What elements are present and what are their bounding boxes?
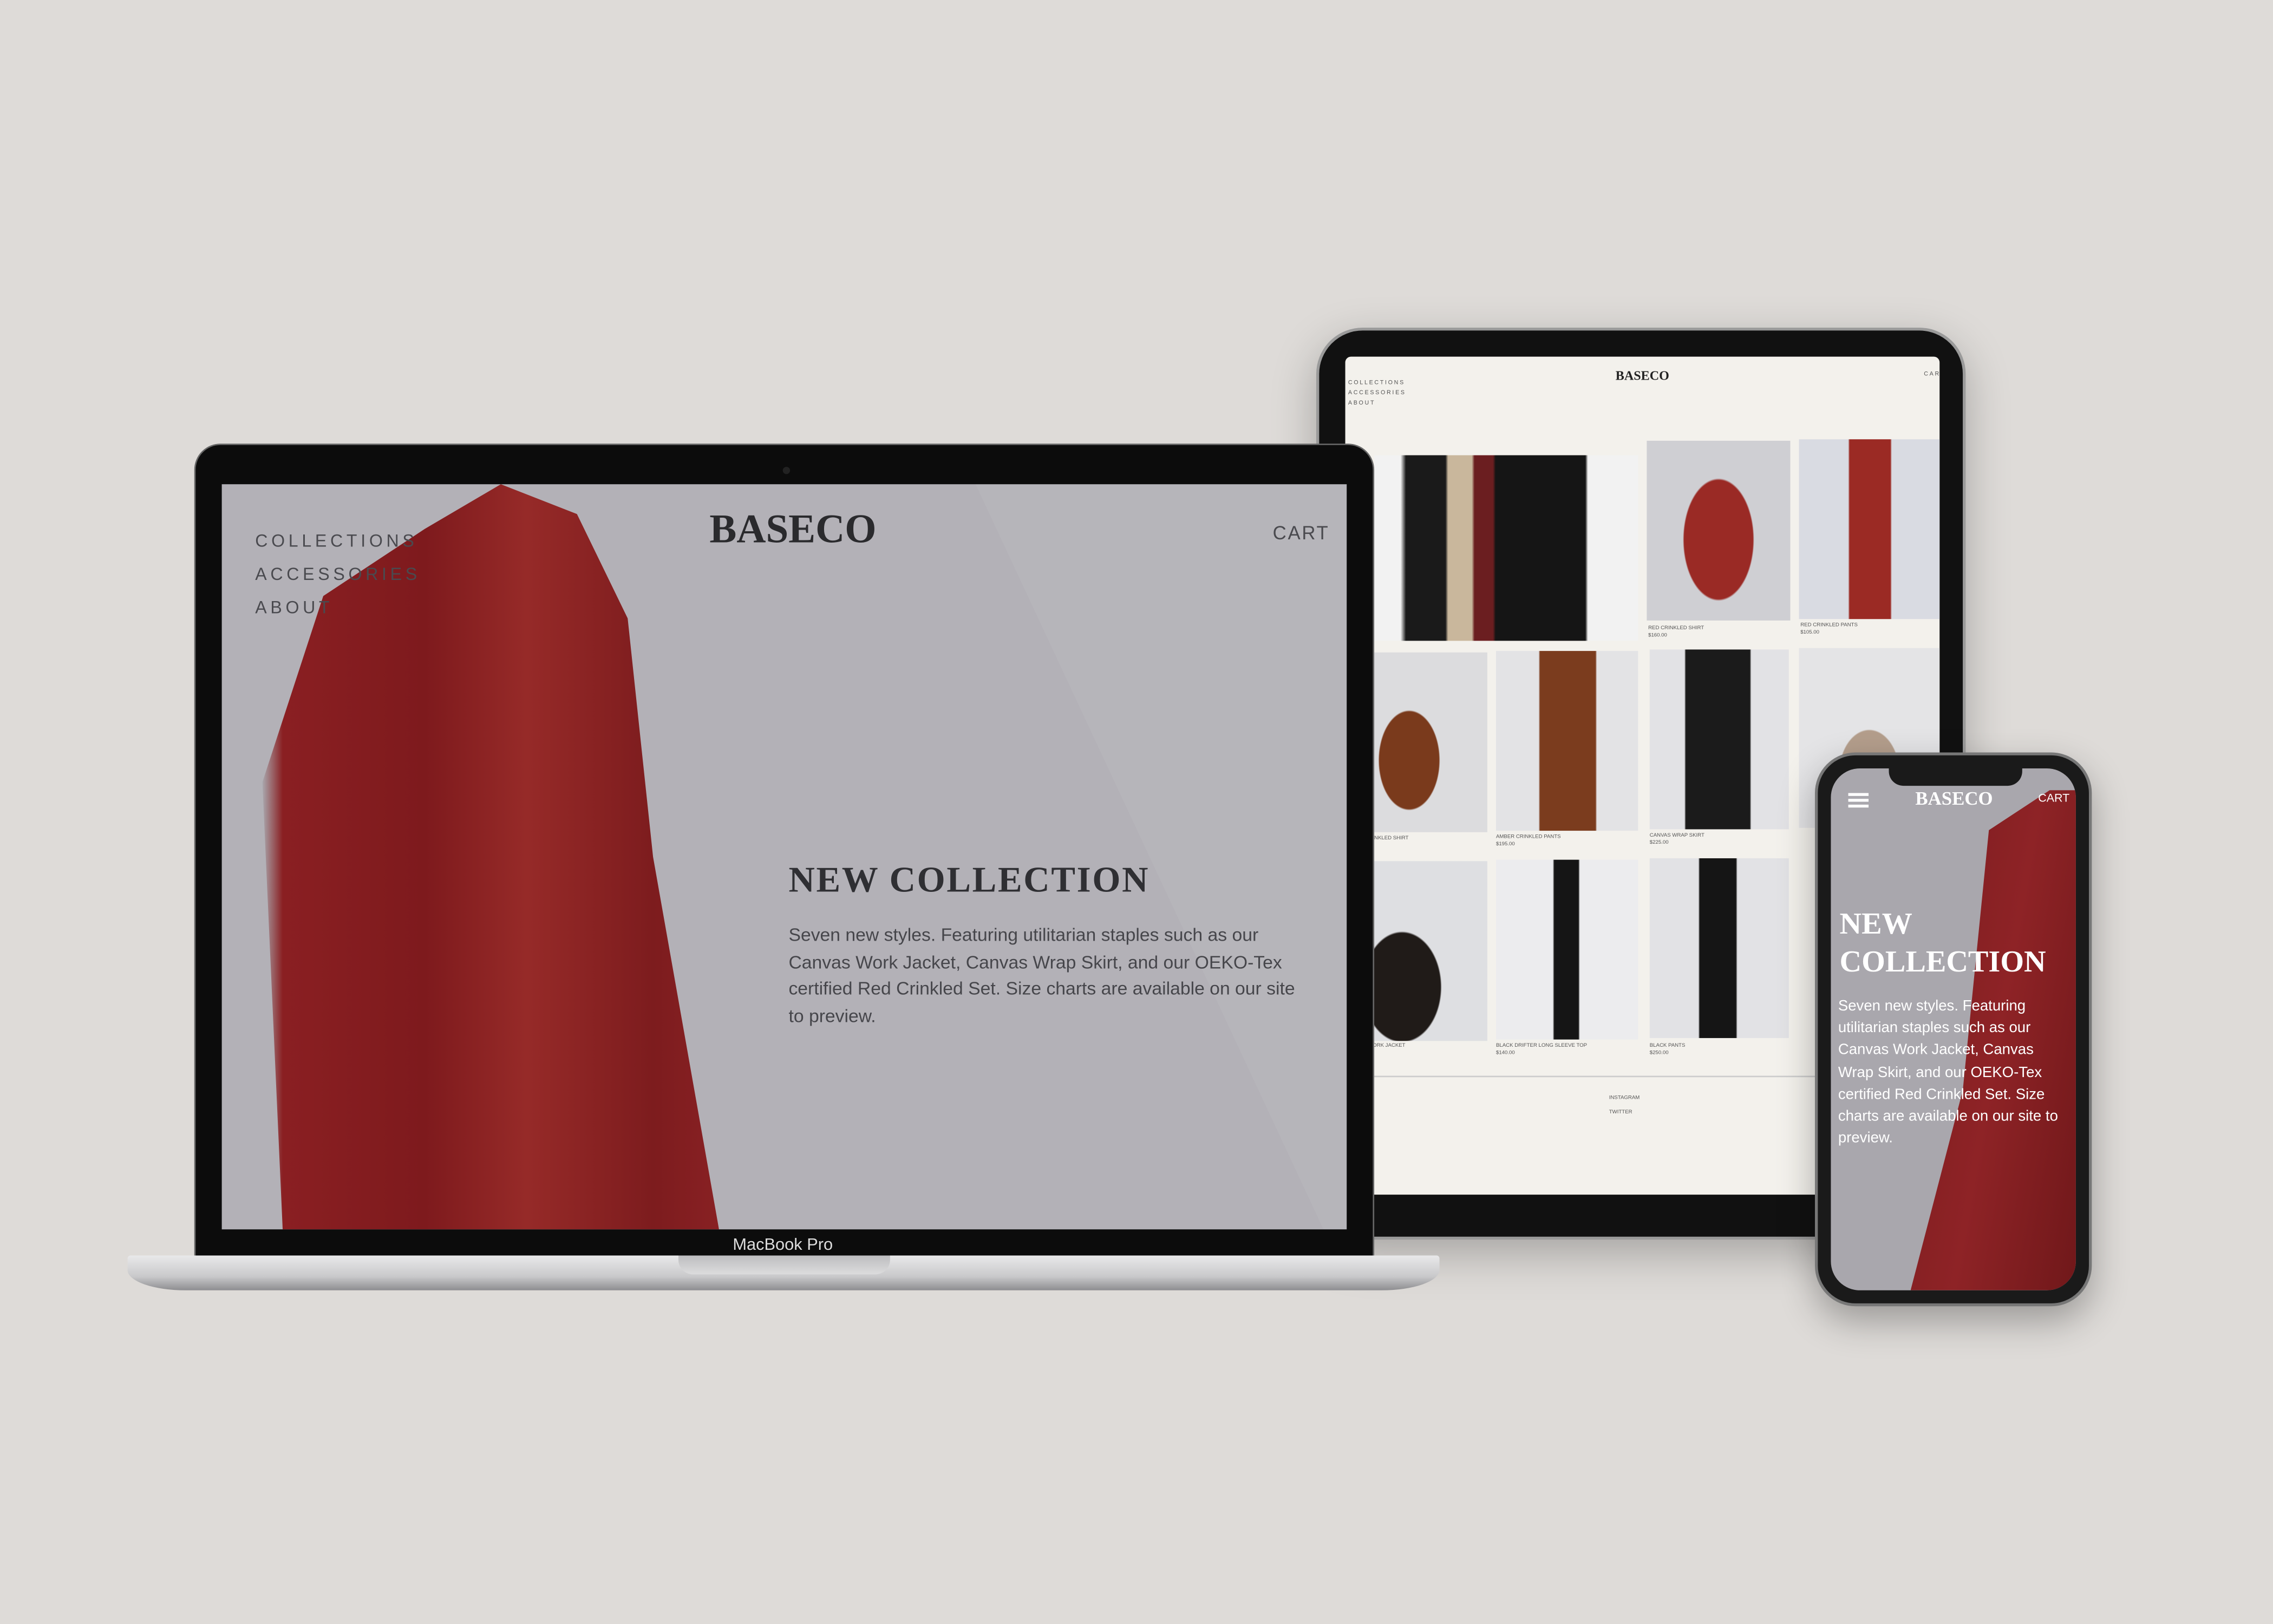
product-label: BLACK DRIFTER LONG SLEEVE TOP $140.00 xyxy=(1495,1042,1588,1056)
phone-notch xyxy=(1889,768,2022,786)
hero-title: NEW COLLECTION xyxy=(788,861,1150,901)
product-image-black-top[interactable] xyxy=(1495,859,1638,1040)
tablet-cart-link[interactable]: CART xyxy=(1924,370,1939,377)
laptop-notch xyxy=(678,1255,890,1275)
webcam-icon xyxy=(782,467,791,474)
laptop-cart-link[interactable]: CART xyxy=(1273,522,1330,544)
screen-glare xyxy=(975,484,1347,1230)
nav-collections[interactable]: COLLECTIONS xyxy=(255,525,421,558)
product-image-wrap-skirt[interactable] xyxy=(1649,649,1789,830)
phone-logo[interactable]: BASECO xyxy=(1882,787,2027,811)
phone-screen: BASECO CART NEW COLLECTION Seven new styl… xyxy=(1831,768,2076,1290)
hero-description: Seven new styles. Featuring utilitarian … xyxy=(788,925,1295,1026)
product-image-red-shirt[interactable] xyxy=(1647,440,1791,621)
phone-hero-title: NEW COLLECTION xyxy=(1839,906,2046,979)
hamburger-menu-icon[interactable] xyxy=(1848,793,1869,807)
device-mockup-scene: COLLECTIONS ACCESSORIES ABOUT BASECO CA R… xyxy=(0,0,2273,1624)
tablet-nav-accessories[interactable]: ACCESSORIES xyxy=(1348,387,1406,397)
twitter-link[interactable]: TWITTER xyxy=(1609,1105,1640,1119)
tablet-logo[interactable]: BASECO xyxy=(1345,368,1940,383)
instagram-link[interactable]: INSTAGRAM xyxy=(1609,1090,1640,1105)
product-label: AMBER CRINKLED PANTS $195.00 xyxy=(1495,833,1561,847)
tablet-footer-links: INSTAGRAM TWITTER xyxy=(1609,1090,1640,1119)
phone-cart-link[interactable]: CART xyxy=(2038,792,2069,805)
laptop-nav: COLLECTIONS ACCESSORIES ABOUT xyxy=(255,525,421,625)
nav-about[interactable]: ABOUT xyxy=(255,591,421,625)
product-label: RED CRINKLED PANTS $105.00 xyxy=(1800,622,1858,635)
laptop-logo[interactable]: BASECO xyxy=(657,507,929,554)
product-image-red-pants[interactable] xyxy=(1799,439,1940,619)
product-label: BLACK PANTS $250.00 xyxy=(1649,1042,1686,1056)
product-image-black-pants[interactable] xyxy=(1649,858,1789,1038)
phone-hero-description: Seven new styles. Featuring utilitarian … xyxy=(1838,999,2058,1147)
phone-device: BASECO CART NEW COLLECTION Seven new styl… xyxy=(1814,752,2092,1307)
laptop-model-label: MacBook Pro xyxy=(733,1236,833,1254)
product-label: CANVAS WRAP SKIRT $225.00 xyxy=(1649,832,1704,845)
tablet-nav-about[interactable]: ABOUT xyxy=(1348,397,1406,408)
product-label: RED CRINKLED SHIRT $160.00 xyxy=(1648,624,1704,638)
product-image-rack[interactable] xyxy=(1374,455,1638,641)
laptop-screen: COLLECTIONS ACCESSORIES ABOUT BASECO CAR… xyxy=(221,484,1347,1230)
product-image-amber-pants[interactable] xyxy=(1495,651,1638,831)
nav-accessories[interactable]: ACCESSORIES xyxy=(255,558,421,592)
